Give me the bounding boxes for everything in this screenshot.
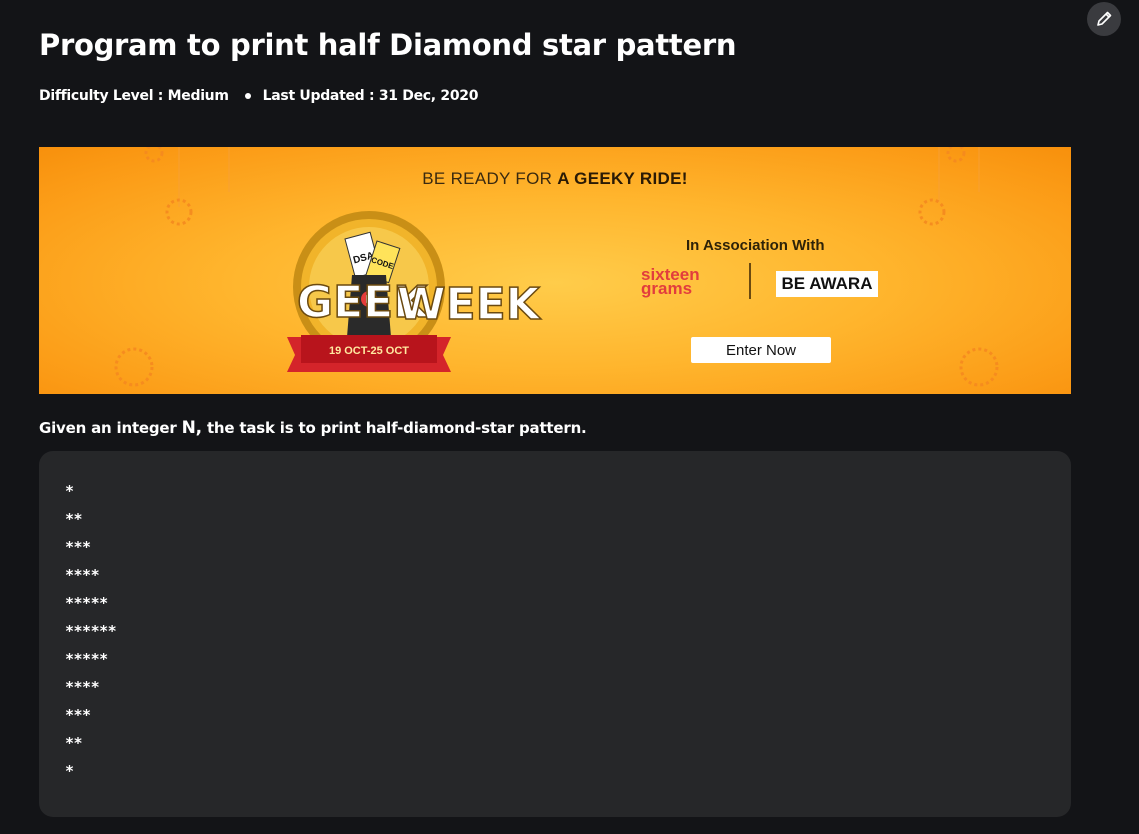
code-line: *** [65,706,91,724]
sixteen-grams-logo: sixteen grams [641,265,700,298]
code-lines: * ** *** **** ***** ****** ***** **** **… [65,477,117,785]
difficulty-level: Difficulty Level : Medium [39,88,229,104]
last-updated: Last Updated : 31 Dec, 2020 [262,88,479,104]
code-line: **** [65,566,100,584]
event-dates: 19 OCT-25 OCT [329,345,409,357]
association-label: In Association With [686,237,825,254]
code-line: ***** [65,650,108,668]
code-line: * [65,482,74,500]
decor-sun-3 [918,198,946,226]
geek-week-banner[interactable]: DSA CODE 19 OCT-25 OCT GEEK WEEK BE READ… [39,147,1071,394]
code-line: ****** [65,622,117,640]
variable-n: N, [181,418,202,438]
decor-sun-5 [144,147,164,163]
partner-divider [749,263,751,299]
edit-button[interactable] [1087,2,1121,36]
code-line: ** [65,734,83,752]
decor-sun-4 [959,347,999,387]
article-meta: Difficulty Level : Medium Last Updated :… [39,88,478,104]
code-line: ** [65,510,83,528]
week-text: WEEK [397,279,542,330]
enter-now-button[interactable]: Enter Now [691,337,831,363]
code-line: ***** [65,594,108,612]
output-code-block: * ** *** **** ***** ****** ***** **** **… [39,451,1071,817]
pencil-icon [1097,11,1112,26]
separator-dot [244,93,251,99]
code-line: **** [65,678,100,696]
code-line: * [65,762,74,780]
problem-statement: Given an integer N, the task is to print… [39,418,587,438]
page-title: Program to print half Diamond star patte… [39,28,737,62]
geek-week-badge: DSA CODE 19 OCT-25 OCT GEEK WEEK [287,211,542,372]
code-line: *** [65,538,91,556]
banner-headline: BE READY FOR A GEEKY RIDE! [422,169,688,188]
be-awara-logo: BE AWARA [776,271,878,297]
decor-sun-6 [946,147,966,163]
decor-sun-2 [114,347,154,387]
